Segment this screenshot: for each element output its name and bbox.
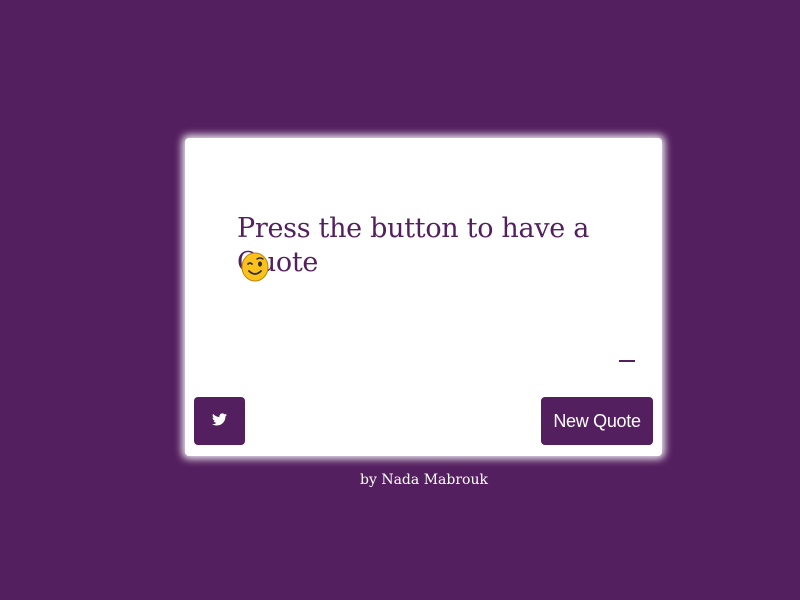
winking-face-icon bbox=[241, 252, 269, 282]
quote-text: Press the button to have a Quote bbox=[237, 213, 590, 278]
tweet-button[interactable] bbox=[194, 397, 245, 445]
quote-card: Press the button to have a Quote New Quo… bbox=[185, 138, 662, 456]
author-dash bbox=[619, 360, 635, 362]
twitter-bird-icon bbox=[212, 413, 227, 429]
new-quote-button[interactable]: New Quote bbox=[541, 397, 653, 445]
footer-credit: by Nada Mabrouk bbox=[360, 472, 488, 488]
